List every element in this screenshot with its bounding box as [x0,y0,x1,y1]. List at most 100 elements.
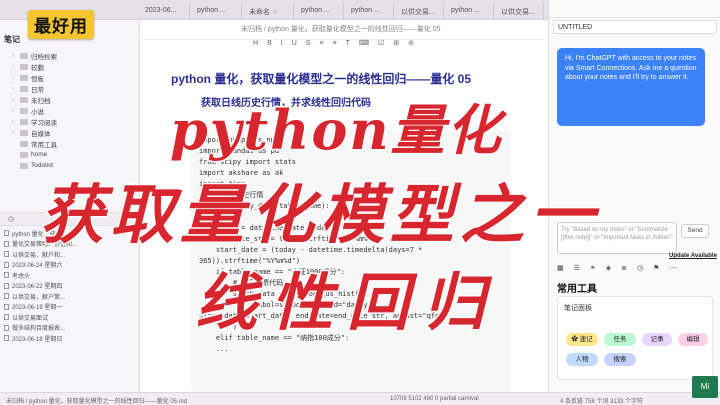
recent-file-label: 做多结构百度报表... [12,326,66,333]
tab[interactable]: python ... [346,3,394,19]
recent-file-label: 考虑头 [12,273,31,280]
tab-label: 2023-06... [145,7,177,14]
status-bar: 未归档 / python 量化，获取量化模型之一的线性回归——量化 05.md … [0,392,720,405]
tab[interactable]: 2023-06... [140,3,190,19]
recent-file-label: 以供交易面试 [12,315,49,322]
close-icon[interactable]: × [273,9,277,16]
note-panel-title: 笔记面板 [564,305,592,312]
update-available-link[interactable]: Update Available [669,253,717,259]
pill-label: 记事 [650,336,664,343]
sidebar-item[interactable]: › 较鹏 [12,61,136,72]
pill-label: 搜索 [613,356,627,363]
recent-file-item[interactable]: 2023-06-22 星期四 [4,281,138,292]
recent-file-item[interactable]: 2023-06-19 星期一 [4,302,138,313]
task-button[interactable]: 任务 [604,333,636,346]
tag-icon[interactable]: ◈ [606,264,611,276]
app-window: 2023-06... python ... 未命名 × python ... py… [0,0,720,405]
overlay-title-line2: 获取量化模型之一 [39,177,600,255]
document-icon [4,303,9,310]
sidebar-item[interactable]: › 学习阅读 [12,116,136,127]
tab[interactable]: python ... [192,3,242,19]
quick-note-button[interactable]: ✿ 速记 [566,333,598,346]
chat-title-field[interactable]: UNTITLED [553,20,717,34]
send-button[interactable]: Send [681,224,709,238]
edit-button[interactable]: 编辑 [678,333,708,346]
sidebar-item[interactable]: › 未归档 [12,94,136,105]
recent-file-label: 2023-06-18 星期日 [12,336,63,343]
status-word-count: 4 条反链 758 个词 3133 个字符 [560,399,644,405]
folder-icon [20,140,28,147]
format-button[interactable]: H [253,40,258,47]
channel-logo: Mi [692,376,718,398]
sidebar-item-label: 恒板 [31,75,44,83]
sidebar-item-label: 日常 [31,86,44,94]
note-panel: 笔记面板 ✿ 速记 任务 记事 编辑 人物 搜索 [557,296,713,380]
tab[interactable]: 未命名 × [244,3,294,19]
people-button[interactable]: 人物 [566,353,598,366]
journal-button[interactable]: 记事 [642,333,672,346]
search-button[interactable]: 搜索 [604,353,636,366]
status-stats: 10709 5102 480 0 partial carnival [390,396,479,402]
document-icon [4,272,9,279]
sidebar-item[interactable]: › 小说 [12,105,136,116]
recent-file-item[interactable]: 考虑头 [4,270,138,281]
sidebar-item[interactable]: › 自媒体 [12,127,136,138]
sidebar-item[interactable]: › 恒板 [12,72,136,83]
chat-title: UNTITLED [558,24,593,31]
sidebar-item[interactable]: 常用工具 [12,138,136,149]
format-button[interactable]: I [281,40,283,47]
sidebar-item-label: home [31,151,48,158]
recent-file-label: 2023-06-19 星期一 [12,305,63,312]
folder-icon [20,118,28,125]
format-button[interactable]: ⊞ [393,39,399,47]
folder-icon [20,107,28,114]
list-icon[interactable]: ☰ [574,264,580,276]
recent-file-item[interactable]: 以供交易面试 [4,312,138,323]
sidebar-item[interactable]: › 日常 [12,83,136,94]
folder-icon [20,151,28,158]
clock-icon[interactable]: ◷ [8,215,14,223]
bookmark-icon[interactable]: ⚑ [653,264,659,276]
format-button[interactable]: S [306,40,311,47]
tab[interactable]: 以供交易... [396,3,444,19]
calendar-icon[interactable]: ▦ [557,264,564,276]
chevron-right-icon: › [12,129,14,136]
format-button[interactable]: ☑ [378,39,384,47]
link-icon[interactable]: ⚭ [590,264,596,276]
document-icon [4,230,9,237]
recent-file-label: 2023-06-22 星期四 [12,284,63,291]
document-icon [4,251,9,258]
format-button[interactable]: ⊘ [408,39,414,47]
recent-file-item[interactable]: 以供交易，献户策... [4,291,138,302]
format-button[interactable]: ⌨ [359,39,369,47]
recent-file-item[interactable]: 做多结构百度报表... [4,323,138,334]
sidebar-item[interactable]: home [12,149,136,160]
clock-icon[interactable]: ◷ [637,264,643,276]
note-title: python 量化，获取量化模型之一的线性回归——量化 05 [171,72,472,86]
breadcrumb[interactable]: 未归档 / python 量化，获取量化模型之一的线性回归——量化 05 [241,24,441,34]
tab[interactable]: python ... [296,3,344,19]
document-icon [4,282,9,289]
format-button[interactable]: ≡ [333,40,337,47]
recent-file-item[interactable]: 2023-06-18 星期日 [4,333,138,344]
folder-icon [20,96,28,103]
format-button[interactable]: U [292,40,297,47]
recent-file-item[interactable]: 2023-06-24 星期六 [4,260,138,271]
tab[interactable]: 以供交易... [496,3,544,19]
format-button[interactable]: ≡ [319,40,323,47]
code-line: ... [199,345,229,353]
outline-icon[interactable]: ≣ [621,264,627,276]
format-button[interactable]: T [346,40,350,47]
format-button[interactable]: B [267,40,272,47]
chevron-right-icon: › [12,85,14,92]
chevron-right-icon: › [12,63,14,70]
document-icon [4,314,9,321]
sidebar-item[interactable]: › 归档检索 [12,50,136,61]
panel-icon-row: ▦ ☰ ⚭ ◈ ≣ ◷ ⚑ ⋯ [553,264,717,276]
document-icon [4,261,9,268]
sidebar-header: 笔记 [4,35,20,44]
folder-icon [20,63,28,70]
chevron-right-icon: › [12,74,14,81]
more-icon[interactable]: ⋯ [669,264,676,276]
tab[interactable]: python ... [446,3,494,19]
